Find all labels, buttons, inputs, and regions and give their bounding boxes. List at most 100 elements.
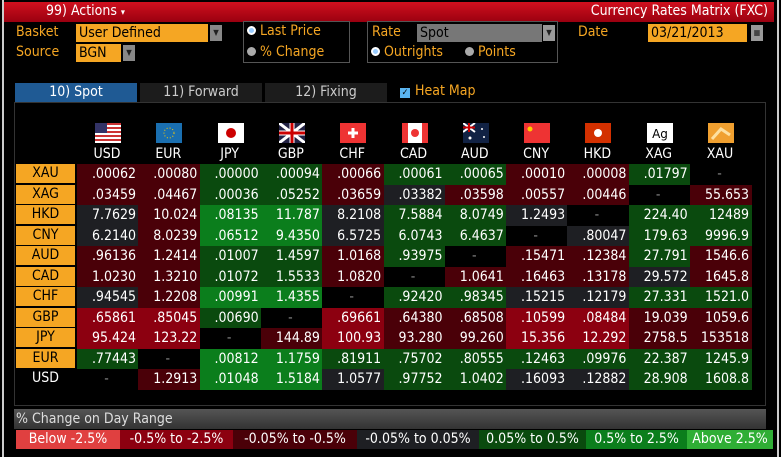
rate-cell[interactable]: .03598: [444, 184, 507, 205]
rate-cell[interactable]: .15471: [506, 246, 569, 267]
rate-cell[interactable]: 1.2913: [138, 369, 201, 390]
rate-cell[interactable]: 1608.8: [690, 369, 752, 390]
rate-cell[interactable]: .75702: [383, 348, 446, 369]
basket-select[interactable]: User Defined: [76, 24, 208, 42]
rate-cell[interactable]: 19.039: [628, 307, 691, 328]
row-header[interactable]: CNY: [16, 225, 75, 245]
tab-fixing[interactable]: 12) Fixing: [265, 83, 387, 102]
rate-cell[interactable]: 1645.8: [690, 266, 752, 287]
rate-cell[interactable]: 1.2493: [506, 205, 569, 226]
row-header[interactable]: HKD: [16, 205, 75, 224]
radio-points[interactable]: Points: [465, 44, 516, 60]
source-dropdown-icon[interactable]: ▼: [123, 45, 135, 61]
rate-cell[interactable]: 1.1759: [260, 348, 323, 369]
rate-cell[interactable]: 1.0230: [77, 266, 139, 287]
rate-cell[interactable]: .03382: [383, 184, 446, 205]
rate-cell[interactable]: 11.787: [260, 205, 323, 226]
rate-cell[interactable]: 6.5725: [322, 225, 385, 246]
rate-cell[interactable]: -: [506, 225, 569, 246]
rate-cell[interactable]: 1.0820: [322, 266, 385, 287]
rate-cell[interactable]: 6.2140: [77, 225, 139, 246]
rate-cell[interactable]: -: [628, 184, 691, 205]
rate-cell[interactable]: 10.024: [138, 205, 201, 226]
rate-cell[interactable]: 22.387: [628, 348, 691, 369]
rate-cell[interactable]: 29.572: [628, 266, 691, 287]
rate-select[interactable]: Spot: [417, 24, 542, 42]
rate-cell[interactable]: .12882: [567, 369, 630, 390]
heat-map-checkbox[interactable]: ✓ Heat Map: [400, 83, 475, 99]
rate-cell[interactable]: 1.0641: [444, 266, 507, 287]
rate-cell[interactable]: 12489: [690, 205, 752, 226]
rate-cell[interactable]: .03659: [322, 184, 385, 205]
rate-cell[interactable]: .01072: [199, 266, 262, 287]
rate-cell[interactable]: .93975: [383, 246, 446, 267]
rate-cell[interactable]: .68508: [444, 307, 507, 328]
rate-cell[interactable]: .69661: [322, 307, 385, 328]
rate-cell[interactable]: -: [77, 369, 139, 390]
rate-cell[interactable]: .00000: [199, 164, 262, 185]
rate-cell[interactable]: .00080: [138, 164, 201, 185]
rate-cell[interactable]: .64380: [383, 307, 446, 328]
rate-cell[interactable]: 1245.9: [690, 348, 752, 369]
rate-cell[interactable]: 99.260: [444, 328, 507, 349]
row-header[interactable]: JPY: [16, 328, 75, 347]
rate-cell[interactable]: .04467: [138, 184, 201, 205]
rate-cell[interactable]: -: [690, 164, 752, 185]
rate-cell[interactable]: 55.653: [690, 184, 752, 205]
rate-cell[interactable]: .06512: [199, 225, 262, 246]
rate-cell[interactable]: 1.0577: [322, 369, 385, 390]
rate-cell[interactable]: .05252: [260, 184, 323, 205]
rate-cell[interactable]: .00036: [199, 184, 262, 205]
radio-last-price[interactable]: Last Price: [247, 23, 321, 39]
rate-cell[interactable]: 1546.6: [690, 246, 752, 267]
rate-cell[interactable]: .00991: [199, 287, 262, 308]
rate-cell[interactable]: -: [199, 328, 262, 349]
rate-cell[interactable]: .80555: [444, 348, 507, 369]
rate-cell[interactable]: 27.791: [628, 246, 691, 267]
row-header[interactable]: CHF: [16, 287, 75, 306]
rate-cell[interactable]: 6.4637: [444, 225, 507, 246]
rate-cell[interactable]: .00812: [199, 348, 262, 369]
row-header[interactable]: XAG: [16, 184, 75, 204]
rate-cell[interactable]: 27.331: [628, 287, 691, 308]
rate-cell[interactable]: .85045: [138, 307, 201, 328]
rate-cell[interactable]: 1.0402: [444, 369, 507, 390]
rate-cell[interactable]: 179.63: [628, 225, 691, 246]
rate-cell[interactable]: .94545: [77, 287, 139, 308]
rate-cell[interactable]: .16463: [506, 266, 569, 287]
rate-cell[interactable]: .00065: [444, 164, 507, 185]
rate-cell[interactable]: .00690: [199, 307, 262, 328]
rate-cell[interactable]: 9.4350: [260, 225, 323, 246]
tab-forward[interactable]: 11) Forward: [140, 83, 262, 102]
rate-cell[interactable]: .00094: [260, 164, 323, 185]
rate-cell[interactable]: -: [138, 348, 201, 369]
rate-cell[interactable]: 8.0749: [444, 205, 507, 226]
basket-dropdown-icon[interactable]: ▼: [210, 25, 222, 41]
rate-cell[interactable]: .96136: [77, 246, 139, 267]
row-header[interactable]: EUR: [16, 348, 75, 368]
rate-cell[interactable]: 1.4355: [260, 287, 323, 308]
rate-cell[interactable]: 100.93: [322, 328, 385, 349]
rate-cell[interactable]: 1.4597: [260, 246, 323, 267]
rate-cell[interactable]: .01048: [199, 369, 262, 390]
rate-cell[interactable]: 93.280: [383, 328, 446, 349]
rate-cell[interactable]: .00446: [567, 184, 630, 205]
rate-cell[interactable]: 1.3210: [138, 266, 201, 287]
rate-cell[interactable]: .12179: [567, 287, 630, 308]
rate-cell[interactable]: 7.5884: [383, 205, 446, 226]
rate-cell[interactable]: .01797: [628, 164, 691, 185]
rate-cell[interactable]: 224.40: [628, 205, 691, 226]
rate-cell[interactable]: .77443: [77, 348, 139, 369]
rate-cell[interactable]: -: [444, 246, 507, 267]
rate-cell[interactable]: 1.5533: [260, 266, 323, 287]
rate-cell[interactable]: 95.424: [77, 328, 139, 349]
rate-cell[interactable]: 1.5184: [260, 369, 323, 390]
radio-outrights[interactable]: Outrights: [371, 44, 443, 60]
rate-cell[interactable]: -: [567, 205, 630, 226]
rate-cell[interactable]: .00066: [322, 164, 385, 185]
rate-cell[interactable]: 8.2108: [322, 205, 385, 226]
tab-spot[interactable]: 10) Spot: [15, 83, 137, 102]
rate-cell[interactable]: 123.22: [138, 328, 201, 349]
rate-cell[interactable]: .92420: [383, 287, 446, 308]
rate-cell[interactable]: 1.0168: [322, 246, 385, 267]
